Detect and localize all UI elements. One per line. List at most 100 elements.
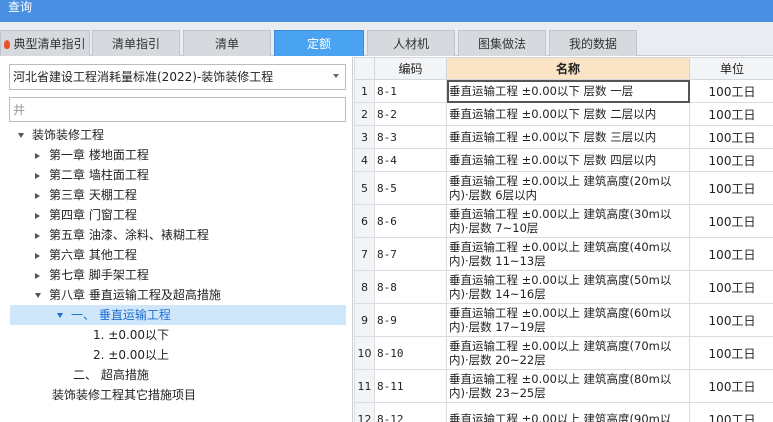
cell-unit[interactable]: 100工日 [689, 369, 773, 403]
tab-labor-material-machine[interactable]: 人材机 [367, 30, 455, 56]
standard-select[interactable]: 河北省建设工程消耗量标准(2022)-装饰装修工程 [9, 64, 346, 90]
tree-node-label: 第三章 天棚工程 [49, 188, 137, 202]
tree-node-label: 第六章 其他工程 [49, 248, 137, 262]
table-row[interactable]: 2 8-2 垂直运输工程 ±0.00以下 层数 二层以内 100工日 [354, 102, 773, 126]
cell-name[interactable]: 垂直运输工程 ±0.00以上 建筑高度(20m以内)·层数 6层以内 [446, 171, 690, 205]
cell-unit[interactable]: 100工日 [689, 270, 773, 304]
cell-name[interactable]: 垂直运输工程 ±0.00以上 建筑高度(60m以内)·层数 17~19层 [446, 303, 690, 337]
collapse-icon[interactable] [35, 273, 40, 279]
table-row[interactable]: 12 8-12 垂直运输工程 ±0.00以上 建筑高度(90m以 100工日 [354, 402, 773, 422]
collapse-icon[interactable] [35, 253, 40, 259]
tree-node-label: 第八章 垂直运输工程及超高措施 [49, 288, 221, 302]
cell-name[interactable]: 垂直运输工程 ±0.00以上 建筑高度(90m以 [446, 402, 690, 422]
column-header-name[interactable]: 名称 [446, 57, 690, 80]
tree-node-chapter-7[interactable]: 第七章 脚手架工程 [35, 265, 149, 285]
table-row[interactable]: 4 8-4 垂直运输工程 ±0.00以下 层数 四层以内 100工日 [354, 148, 773, 172]
collapse-icon[interactable] [35, 213, 40, 219]
cell-name[interactable]: 垂直运输工程 ±0.00以下 层数 四层以内 [446, 148, 690, 172]
cell-code[interactable]: 8-5 [374, 171, 447, 205]
table-row[interactable]: 8 8-8 垂直运输工程 ±0.00以上 建筑高度(50m以内)·层数 14~1… [354, 270, 773, 304]
expand-icon[interactable] [35, 293, 41, 298]
tree-node-chapter-8[interactable]: 第八章 垂直运输工程及超高措施 [35, 285, 221, 305]
tree-node-above-zero[interactable]: 2. ±0.00以上 [93, 345, 169, 365]
cell-name[interactable]: 垂直运输工程 ±0.00以上 建筑高度(80m以内)·层数 23~25层 [446, 369, 690, 403]
cell-name[interactable]: 垂直运输工程 ±0.00以下 层数 三层以内 [446, 125, 690, 149]
cell-unit[interactable]: 100工日 [689, 204, 773, 238]
cell-unit[interactable]: 100工日 [689, 79, 773, 103]
row-number: 12 [354, 402, 375, 422]
tree-node-root[interactable]: 装饰装修工程 [18, 125, 104, 145]
cell-unit[interactable]: 100工日 [689, 171, 773, 205]
cell-code[interactable]: 8-9 [374, 303, 447, 337]
table-row[interactable]: 6 8-6 垂直运输工程 ±0.00以上 建筑高度(30m以内)·层数 7~10… [354, 204, 773, 238]
column-header-unit[interactable]: 单位 [689, 57, 773, 80]
tree-node-chapter-5[interactable]: 第五章 油漆、涂料、裱糊工程 [35, 225, 209, 245]
tab-typical-list-guide[interactable]: 典型清单指引 [0, 30, 90, 56]
table-row[interactable]: 10 8-10 垂直运输工程 ±0.00以上 建筑高度(70m以内)·层数 20… [354, 336, 773, 370]
tree-node-chapter-4[interactable]: 第四章 门窗工程 [35, 205, 137, 225]
collapse-icon[interactable] [35, 173, 40, 179]
cell-code[interactable]: 8-10 [374, 336, 447, 370]
tree-node-other-measures[interactable]: 装饰装修工程其它措施项目 [52, 385, 196, 405]
tree-node-vertical-transport[interactable]: 一、 垂直运输工程 [10, 305, 346, 325]
cell-code[interactable]: 8-7 [374, 237, 447, 271]
cell-code[interactable]: 8-12 [374, 402, 447, 422]
row-number: 6 [354, 204, 375, 238]
tab-quota[interactable]: 定额 [274, 30, 364, 56]
fire-icon [4, 40, 11, 49]
cell-code[interactable]: 8-8 [374, 270, 447, 304]
table-row[interactable]: 5 8-5 垂直运输工程 ±0.00以上 建筑高度(20m以内)·层数 6层以内… [354, 171, 773, 205]
cell-code[interactable]: 8-3 [374, 125, 447, 149]
cell-unit[interactable]: 100工日 [689, 125, 773, 149]
table-row[interactable]: 3 8-3 垂直运输工程 ±0.00以下 层数 三层以内 100工日 [354, 125, 773, 149]
column-header-code[interactable]: 编码 [374, 57, 447, 80]
cell-unit[interactable]: 100工日 [689, 402, 773, 422]
tab-atlas-method[interactable]: 图集做法 [458, 30, 546, 56]
tree-node-label: 第二章 墙柱面工程 [49, 168, 149, 182]
chevron-down-icon[interactable] [333, 74, 339, 78]
collapse-icon[interactable] [35, 153, 40, 159]
tree-node-label: 第一章 楼地面工程 [49, 148, 149, 162]
table-row[interactable]: 7 8-7 垂直运输工程 ±0.00以上 建筑高度(40m以内)·层数 11~1… [354, 237, 773, 271]
tab-my-data[interactable]: 我的数据 [549, 30, 637, 56]
table-row[interactable]: 9 8-9 垂直运输工程 ±0.00以上 建筑高度(60m以内)·层数 17~1… [354, 303, 773, 337]
row-number: 5 [354, 171, 375, 205]
tree-node-super-high-measures[interactable]: 二、 超高措施 [73, 365, 149, 385]
cell-code[interactable]: 8-11 [374, 369, 447, 403]
collapse-icon[interactable] [35, 193, 40, 199]
search-box[interactable] [9, 97, 346, 122]
tab-label: 清单指引 [111, 37, 160, 51]
cell-unit[interactable]: 100工日 [689, 336, 773, 370]
tree-node-chapter-6[interactable]: 第六章 其他工程 [35, 245, 137, 265]
tab-list-guide[interactable]: 清单指引 [92, 30, 180, 56]
cell-code[interactable]: 8-2 [374, 102, 447, 126]
cell-unit[interactable]: 100工日 [689, 303, 773, 337]
tree-node-below-zero[interactable]: 1. ±0.00以下 [93, 325, 169, 345]
tree-node-chapter-2[interactable]: 第二章 墙柱面工程 [35, 165, 149, 185]
collapse-icon[interactable] [35, 233, 40, 239]
row-number: 2 [354, 102, 375, 126]
table-row[interactable]: 11 8-11 垂直运输工程 ±0.00以上 建筑高度(80m以内)·层数 23… [354, 369, 773, 403]
tab-list[interactable]: 清单 [183, 30, 271, 56]
tree-node-label: 二、 超高措施 [73, 368, 149, 382]
cell-code[interactable]: 8-4 [374, 148, 447, 172]
cell-name[interactable]: 垂直运输工程 ±0.00以上 建筑高度(50m以内)·层数 14~16层 [446, 270, 690, 304]
cell-code[interactable]: 8-6 [374, 204, 447, 238]
cell-unit[interactable]: 100工日 [689, 148, 773, 172]
tree-node-chapter-3[interactable]: 第三章 天棚工程 [35, 185, 137, 205]
standard-select-value: 河北省建设工程消耗量标准(2022)-装饰装修工程 [13, 70, 274, 84]
tree-node-chapter-1[interactable]: 第一章 楼地面工程 [35, 145, 149, 165]
cell-code[interactable]: 8-1 [374, 79, 447, 103]
search-input[interactable] [10, 98, 345, 121]
cell-unit[interactable]: 100工日 [689, 102, 773, 126]
table-row[interactable]: 1 8-1 垂直运输工程 ±0.00以下 层数 一层 100工日 [354, 79, 773, 103]
tab-label: 图集做法 [477, 37, 526, 51]
cell-name[interactable]: 垂直运输工程 ±0.00以上 建筑高度(40m以内)·层数 11~13层 [446, 237, 690, 271]
cell-name[interactable]: 垂直运输工程 ±0.00以上 建筑高度(30m以内)·层数 7~10层 [446, 204, 690, 238]
cell-name[interactable]: 垂直运输工程 ±0.00以上 建筑高度(70m以内)·层数 20~22层 [446, 336, 690, 370]
cell-name[interactable]: 垂直运输工程 ±0.00以下 层数 一层 [446, 79, 690, 103]
cell-name[interactable]: 垂直运输工程 ±0.00以下 层数 二层以内 [446, 102, 690, 126]
expand-icon[interactable] [57, 313, 63, 318]
cell-unit[interactable]: 100工日 [689, 237, 773, 271]
expand-icon[interactable] [18, 133, 24, 138]
